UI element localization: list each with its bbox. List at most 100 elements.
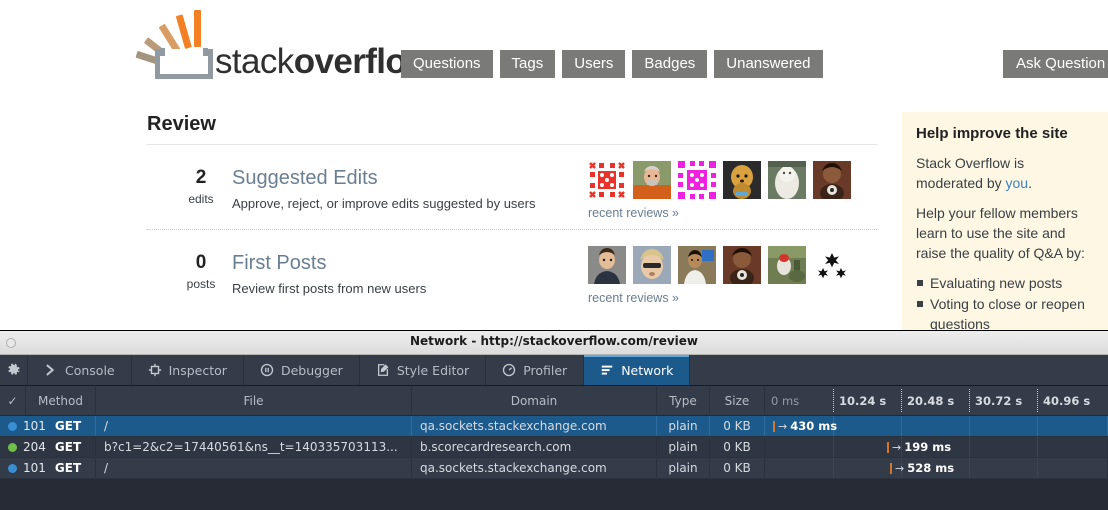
queue-count: 2 [195,167,207,188]
nav-item-unanswered[interactable]: Unanswered [714,50,823,78]
style-edit-icon [376,363,390,377]
avatar-photo-man-gray-bg[interactable] [588,246,626,284]
tab-network-label: Network [621,362,674,378]
nav-item-questions[interactable]: Questions [401,50,493,78]
tab-debugger-label: Debugger [280,362,343,378]
queue-count-block: 2 edits [171,167,231,207]
request-status-cell: 204 GET [0,437,96,457]
status-dot-icon [8,421,17,431]
sidebar-bullet-list: Evaluating new posts Voting to close or … [916,273,1094,330]
queue-reviewer-avatars [588,161,851,199]
avatar-photo-dog-pomeranian[interactable] [723,161,761,199]
logo-text-light: stack [215,42,294,81]
column-header-check[interactable]: ✓ [0,386,26,415]
request-size: 0 KB [710,416,765,436]
request-file: b?c1=2&c2=17440561&ns__t=140335703113... [96,437,412,457]
avatar-photo-man-office[interactable] [678,246,716,284]
tab-profiler[interactable]: Profiler [486,355,585,385]
nav-item-tags[interactable]: Tags [499,50,556,78]
queue-title-link[interactable]: First Posts [232,250,326,276]
review-main: Review 2 edits Suggested Edits Approve, … [147,112,877,315]
avatar-photo-man-orange-shirt[interactable] [633,161,671,199]
sidebar-bullet-voting: Voting to close or reopen questions [917,294,1094,330]
logo-stack-icon [135,8,214,79]
sidebar-text-after-link: . [1028,175,1032,191]
tab-inspector[interactable]: Inspector [132,355,244,385]
tab-style-editor[interactable]: Style Editor [360,355,487,385]
browser-page-content: stackoverflow Questions Tags Users Badge… [0,0,1108,330]
request-file: / [96,416,412,436]
network-table-header: ✓ Method File Domain Type Size 0 ms 10.2… [0,386,1108,416]
avatar-photo-person-sunglasses[interactable] [633,246,671,284]
tab-debugger[interactable]: Debugger [244,355,360,385]
table-row[interactable]: 101 GET / qa.sockets.stackexchange.com p… [0,416,1108,437]
request-domain: qa.sockets.stackexchange.com [412,458,657,478]
tab-network[interactable]: Network [584,355,691,385]
avatar-photo-man-dark[interactable] [813,161,851,199]
queue-title-link[interactable]: Suggested Edits [232,165,378,191]
column-header-type[interactable]: Type [657,386,710,415]
timing-duration: 199 ms [904,440,952,454]
nav-item-badges[interactable]: Badges [632,50,708,78]
tab-console[interactable]: Console [28,355,132,385]
primary-nav: Questions Tags Users Badges Unanswered [401,50,823,78]
queue-description: Review first posts from new users [232,281,427,296]
gear-icon[interactable] [0,355,28,385]
pause-circle-icon [260,363,274,377]
avatar-photo-white-animal[interactable] [768,161,806,199]
queue-count-unit: edits [188,192,214,206]
recent-reviews-link[interactable]: recent reviews » [588,205,679,221]
avatar-identicon-magenta[interactable] [678,161,716,199]
site-header: stackoverflow Questions Tags Users Badge… [0,0,1108,92]
avatar-photo-man-dark-bg[interactable] [723,246,761,284]
request-status-cell: 101 GET [0,458,96,478]
request-type: plain [657,458,710,478]
avatar-identicon-red[interactable] [588,161,626,199]
request-type: plain [657,437,710,457]
request-size: 0 KB [710,437,765,457]
ask-question-button[interactable]: Ask Question [1003,50,1108,78]
timing-arrow-icon: → [778,419,788,433]
sidebar-paragraph-moderated: Stack Overflow is moderated by you. [916,153,1094,193]
tab-style-editor-label: Style Editor [396,362,470,378]
request-domain: qa.sockets.stackexchange.com [412,416,657,436]
avatar-photo-outdoor-scene[interactable] [768,246,806,284]
review-queue-suggested-edits[interactable]: 2 edits Suggested Edits Approve, reject,… [147,145,877,230]
recent-reviews-link[interactable]: recent reviews » [588,290,679,306]
network-lines-icon [600,363,614,377]
table-row[interactable]: 101 GET / qa.sockets.stackexchange.com p… [0,458,1108,479]
request-domain: b.scorecardresearch.com [412,437,657,457]
timeline-tick-4: 40.96 s [1037,386,1090,415]
table-row[interactable]: 204 GET b?c1=2&c2=17440561&ns__t=1403357… [0,437,1108,458]
request-timeline-cell: → 528 ms [765,458,1108,478]
status-code: 101 [23,419,46,433]
nav-item-users[interactable]: Users [562,50,626,78]
timeline-tick-1: 10.24 s [833,386,886,415]
column-header-method[interactable]: Method [26,386,96,415]
tab-inspector-label: Inspector [168,362,227,378]
sidebar-you-link[interactable]: you [1006,175,1029,191]
queue-count-unit: posts [186,277,216,291]
devtools-window-title: Network - http://stackoverflow.com/revie… [410,334,698,348]
timing-bar: → 199 ms [887,437,951,457]
timing-duration: 430 ms [790,419,838,433]
column-header-domain[interactable]: Domain [412,386,657,415]
timing-arrow-icon: → [892,440,902,454]
review-queue-first-posts[interactable]: 0 posts First Posts Review first posts f… [147,230,877,315]
column-header-size[interactable]: Size [710,386,765,415]
tab-console-label: Console [65,362,115,378]
request-file: / [96,458,412,478]
page-title: Review [147,113,216,135]
firefox-devtools-panel: Network - http://stackoverflow.com/revie… [0,330,1108,510]
column-header-file[interactable]: File [96,386,412,415]
stackoverflow-logo[interactable]: stackoverflow [135,8,433,81]
chevron-right-icon [44,363,58,377]
request-size: 0 KB [710,458,765,478]
timing-duration: 528 ms [907,461,955,475]
avatar-identicon-stars-black[interactable] [813,246,851,284]
tab-profiler-label: Profiler [523,362,568,378]
request-type: plain [657,416,710,436]
timeline-tick-2: 20.48 s [901,386,954,415]
queue-description: Approve, reject, or improve edits sugges… [232,196,536,211]
timing-start-marker-icon [890,462,892,474]
